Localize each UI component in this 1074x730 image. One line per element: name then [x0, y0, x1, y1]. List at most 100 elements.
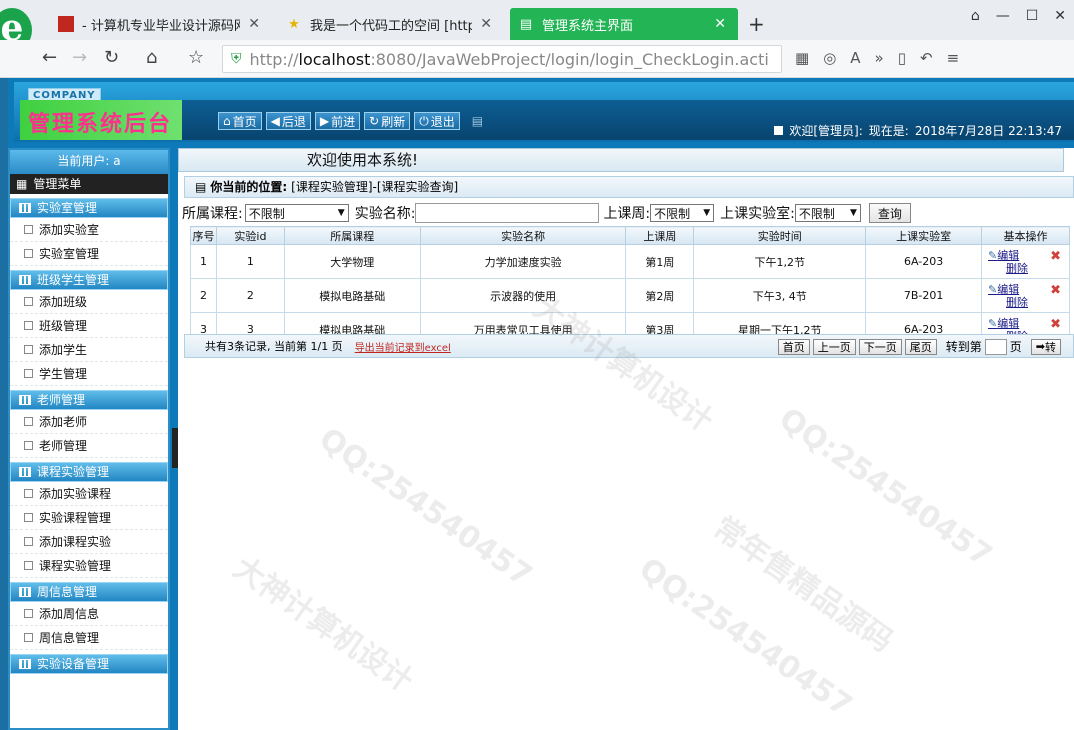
star-icon: ★	[288, 16, 300, 32]
page-unit-label: 页	[1009, 340, 1022, 354]
item-label: 班级管理	[39, 318, 88, 333]
favorite-star-icon[interactable]: ☆	[188, 47, 204, 68]
new-tab-button[interactable]: +	[748, 12, 765, 36]
sidebar-menu-title: ▦ 管理菜单	[10, 174, 168, 194]
cell-index: 2	[190, 278, 217, 313]
go-button[interactable]: ➡ 转	[1030, 338, 1061, 355]
now-label: 现在是:	[868, 124, 909, 138]
menu-icon[interactable]: ≡	[947, 49, 960, 67]
delete-x-icon[interactable]: ✖	[1050, 317, 1061, 332]
arrow-left-icon: ◀	[270, 114, 280, 128]
close-window-icon[interactable]: ✕	[1054, 8, 1066, 24]
forward-button[interactable]: ▶ 前进	[314, 112, 361, 130]
prev-page-button[interactable]: 上一页	[812, 338, 856, 355]
reload-icon[interactable]: ↻	[104, 47, 119, 68]
sidebar-group-title[interactable]: 老师管理	[10, 390, 168, 410]
page-number-input[interactable]	[984, 338, 1007, 355]
lab-select[interactable]: 不限制 ▼	[794, 204, 861, 222]
sidebar-item-add-lab[interactable]: 添加实验室	[10, 218, 168, 242]
sidebar-group-title[interactable]: 班级学生管理	[10, 270, 168, 290]
sidebar-item-lab-manage[interactable]: 实验室管理	[10, 242, 168, 266]
maximize-icon[interactable]: ☐	[1026, 8, 1039, 24]
logout-button[interactable]: ⏻ 退出	[414, 112, 460, 130]
browser-tab-1[interactable]: - 计算机专业毕业设计源码网 ✕	[50, 8, 272, 40]
experiment-name-input[interactable]	[415, 203, 600, 223]
sidebar-group-title[interactable]: 实验室管理	[10, 198, 168, 218]
next-page-button[interactable]: 下一页	[858, 338, 902, 355]
sidebar-item-student-manage[interactable]: 学生管理	[10, 362, 168, 386]
home-icon[interactable]: ⌂	[146, 47, 157, 68]
column-header: 实验id	[215, 226, 285, 245]
sidebar-item-add-course[interactable]: 添加实验课程	[10, 482, 168, 506]
sidebar-item-add-student[interactable]: 添加学生	[10, 338, 168, 362]
home-button[interactable]: ⌂ 首页	[218, 112, 262, 130]
sidebar-group-week: 周信息管理 添加周信息 周信息管理	[10, 582, 168, 650]
item-label: 课程实验管理	[39, 558, 112, 573]
close-icon[interactable]: ✕	[714, 16, 726, 32]
url-input[interactable]: ⛨ http://localhost:8080/JavaWebProject/l…	[222, 45, 782, 73]
cell-course: 模拟电路基础	[283, 278, 421, 313]
chevron-down-icon: ▼	[849, 208, 857, 218]
sidebar-item-add-experiment[interactable]: 添加课程实验	[10, 530, 168, 554]
shirt-icon[interactable]: ⌂	[971, 8, 980, 24]
sidebar-item-course-manage[interactable]: 实验课程管理	[10, 506, 168, 530]
filter-row: 所属课程: 不限制 ▼ 实验名称: 上课周: 不限制 ▼ 上课实验室: 不限制 ▼ 查…	[182, 202, 1074, 224]
apps-icon[interactable]: ▦	[795, 49, 809, 67]
sidebar-item-add-teacher[interactable]: 添加老师	[10, 410, 168, 434]
table-header-row: 序号 实验id 所属课程 实验名称 上课周 实验时间 上课实验室 基本操作	[190, 226, 1070, 245]
cell-lab: 6A-203	[865, 244, 983, 279]
url-prefix: http://	[249, 49, 299, 69]
location-label: 你当前的位置:	[210, 180, 288, 194]
column-header: 序号	[190, 226, 217, 245]
forward-icon[interactable]: →	[72, 47, 87, 68]
home-label: 首页	[232, 114, 257, 129]
grid-icon[interactable]: ▤	[472, 114, 483, 130]
item-label: 学生管理	[39, 366, 88, 381]
minimize-icon[interactable]: —	[996, 8, 1010, 24]
box-icon	[24, 609, 33, 618]
group-label: 课程实验管理	[37, 465, 110, 479]
phone-icon[interactable]: ▯	[898, 49, 906, 67]
last-page-button[interactable]: 尾页	[904, 338, 937, 355]
week-select[interactable]: 不限制 ▼	[650, 204, 715, 222]
browser-tab-2[interactable]: ★ 我是一个代码工的空间 [http://2 ✕	[278, 8, 504, 40]
column-header: 实验时间	[693, 226, 867, 245]
group-label: 周信息管理	[37, 585, 98, 599]
sidebar-group-title[interactable]: 周信息管理	[10, 582, 168, 602]
results-table: 序号 实验id 所属课程 实验名称 上课周 实验时间 上课实验室 基本操作 1 …	[190, 226, 1070, 347]
translate-icon[interactable]: A	[850, 49, 860, 67]
delete-x-icon[interactable]: ✖	[1050, 249, 1061, 264]
sidebar-item-class-manage[interactable]: 班级管理	[10, 314, 168, 338]
edit-label: 编辑	[997, 282, 1020, 296]
sidebar-item-teacher-manage[interactable]: 老师管理	[10, 434, 168, 458]
undo-icon[interactable]: ↶	[920, 49, 933, 67]
query-button[interactable]: 查询	[868, 203, 911, 223]
first-page-button[interactable]: 首页	[777, 338, 810, 355]
group-label: 老师管理	[37, 393, 86, 407]
sidebar-group-title[interactable]: 课程实验管理	[10, 462, 168, 482]
more-icon[interactable]: »	[875, 49, 884, 67]
sidebar-item-week-manage[interactable]: 周信息管理	[10, 626, 168, 650]
welcome-info: 欢迎[管理员]: 现在是: 2018年7月28日 22:13:47	[774, 122, 1062, 139]
sidebar-item-add-week[interactable]: 添加周信息	[10, 602, 168, 626]
sidebar-item-add-class[interactable]: 添加班级	[10, 290, 168, 314]
close-icon[interactable]: ✕	[248, 16, 260, 32]
item-label: 添加班级	[39, 294, 88, 309]
current-user: 当前用户: a	[10, 150, 168, 174]
security-icon[interactable]: ◎	[823, 49, 836, 67]
nav-bar: ⌂ 首页 ◀ 后退 ▶ 前进 ↻ 刷新 ⏻ 退出 ▤ 欢迎[管理员]: 现在是: 2018…	[182, 100, 1074, 140]
box-icon	[24, 249, 33, 258]
back-button[interactable]: ◀ 后退	[265, 112, 311, 130]
browser-tab-3[interactable]: ▤ 管理系统主界面 ✕	[510, 8, 738, 40]
sidebar-group-class: 班级学生管理 添加班级 班级管理 添加学生 学生管理	[10, 270, 168, 386]
main-content: 欢迎使用本系统! ▤ 你当前的位置: [课程实验管理]-[课程实验查询] 所属课…	[178, 148, 1074, 730]
delete-x-icon[interactable]: ✖	[1050, 283, 1061, 298]
sidebar-item-experiment-manage[interactable]: 课程实验管理	[10, 554, 168, 578]
close-icon[interactable]: ✕	[480, 16, 492, 32]
course-select[interactable]: 不限制 ▼	[244, 204, 349, 222]
export-excel-link[interactable]: 导出当前记录到excel	[355, 339, 451, 354]
refresh-button[interactable]: ↻ 刷新	[364, 112, 411, 130]
sidebar-group-title[interactable]: 实验设备管理	[10, 654, 168, 674]
pencil-icon: ✎	[988, 316, 998, 330]
back-icon[interactable]: ←	[42, 47, 57, 68]
